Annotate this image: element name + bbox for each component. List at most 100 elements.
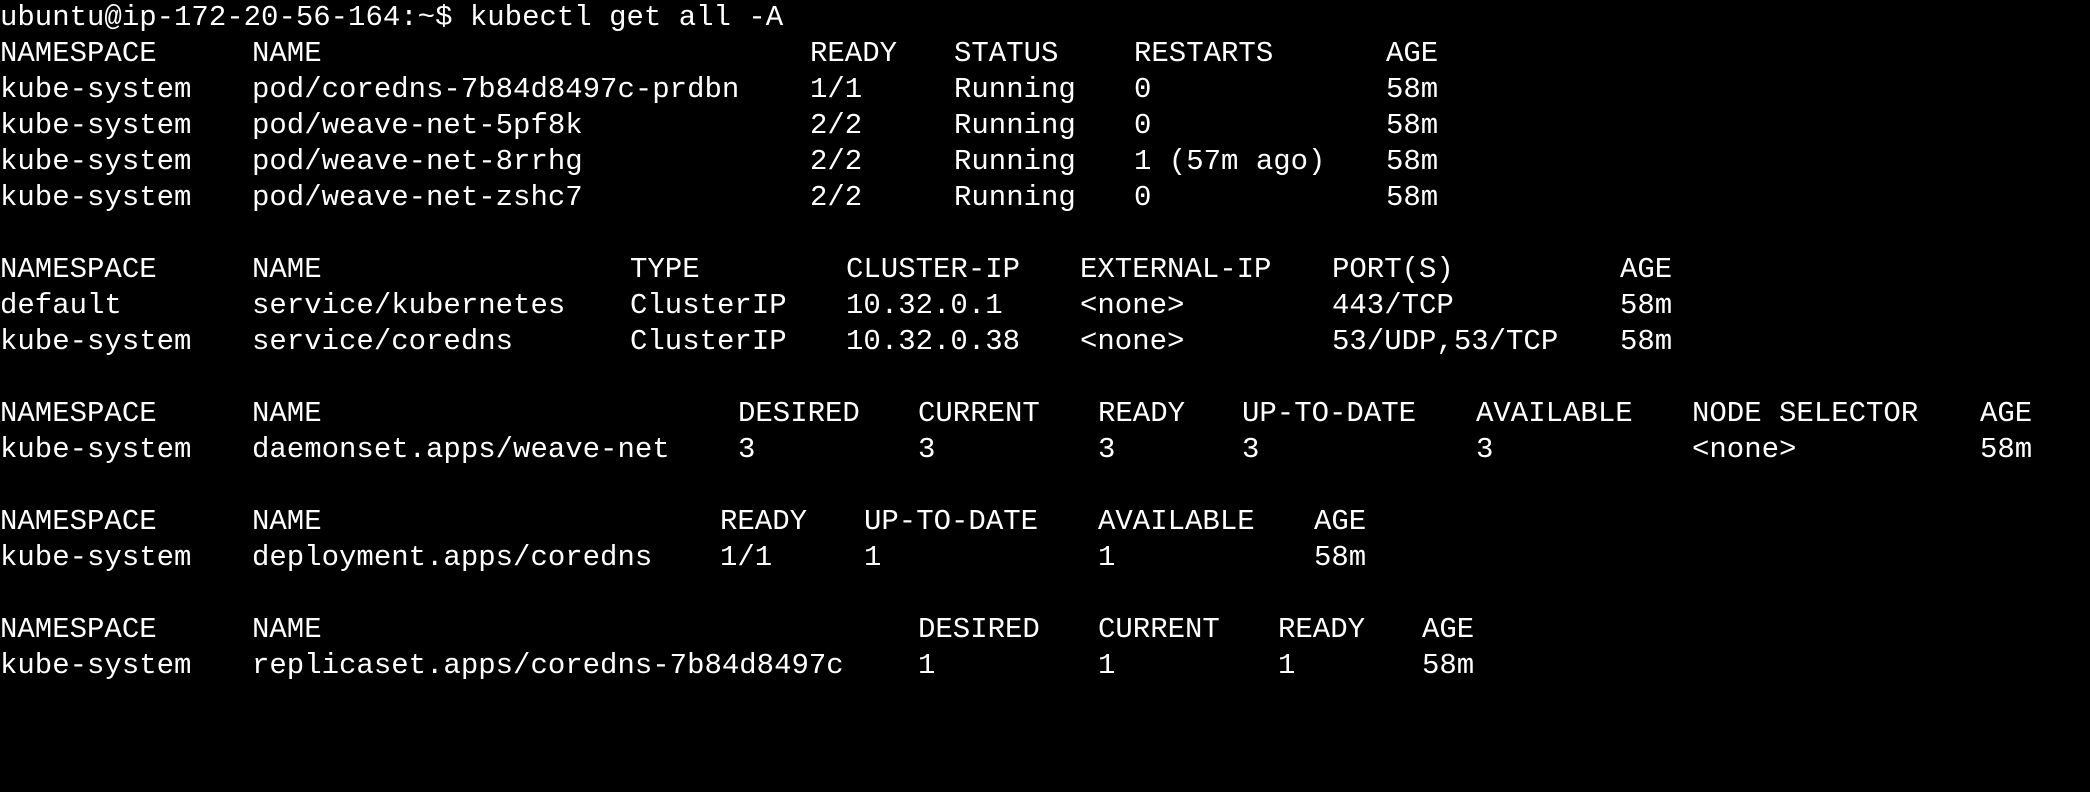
header-current: CURRENT — [1098, 613, 1220, 646]
header-ready: READY — [810, 37, 898, 70]
cell-namespace: default — [0, 289, 122, 322]
header-up-to-date: UP-TO-DATE — [1242, 397, 1417, 430]
header-type: TYPE — [630, 253, 700, 286]
terminal-window[interactable]: ubuntu@ip-172-20-56-164:~$ kubectl get a… — [0, 0, 2090, 684]
cell-age: 58m — [1386, 109, 1439, 142]
header-age: AGE — [1422, 613, 1475, 646]
table-row: kube-system deployment.apps/coredns 1/1 … — [0, 540, 2090, 576]
cell-name: service/kubernetes — [252, 289, 566, 322]
table-row: default service/kubernetes ClusterIP 10.… — [0, 288, 2090, 324]
cell-age: 58m — [1386, 181, 1439, 214]
header-namespace: NAMESPACE — [0, 397, 157, 430]
cell-restarts: 1 (57m ago) — [1134, 145, 1326, 178]
cell-namespace: kube-system — [0, 73, 192, 106]
cell-available: 1 — [1098, 541, 1116, 574]
cell-available: 3 — [1476, 433, 1494, 466]
header-name: NAME — [252, 613, 322, 646]
cell-ready: 1 — [1278, 649, 1296, 682]
table-row: kube-system pod/weave-net-5pf8k 2/2 Runn… — [0, 108, 2090, 144]
header-age: AGE — [1386, 37, 1439, 70]
cell-type: ClusterIP — [630, 325, 787, 358]
header-current: CURRENT — [918, 397, 1040, 430]
header-desired: DESIRED — [918, 613, 1040, 646]
header-namespace: NAMESPACE — [0, 37, 157, 70]
cell-namespace: kube-system — [0, 109, 192, 142]
deployments-header-row: NAMESPACE NAME READY UP-TO-DATE AVAILABL… — [0, 504, 2090, 540]
cell-external-ip: <none> — [1080, 289, 1185, 322]
cell-external-ip: <none> — [1080, 325, 1185, 358]
cell-restarts: 0 — [1134, 109, 1152, 142]
cell-restarts: 0 — [1134, 181, 1152, 214]
table-row: kube-system daemonset.apps/weave-net 3 3… — [0, 432, 2090, 468]
header-namespace: NAMESPACE — [0, 253, 157, 286]
services-header-row: NAMESPACE NAME TYPE CLUSTER-IP EXTERNAL-… — [0, 252, 2090, 288]
command-prompt: ubuntu@ip-172-20-56-164:~$ kubectl get a… — [0, 1, 784, 34]
cell-name: pod/weave-net-5pf8k — [252, 109, 583, 142]
header-name: NAME — [252, 397, 322, 430]
header-name: NAME — [252, 505, 322, 538]
table-row: kube-system replicaset.apps/coredns-7b84… — [0, 648, 2090, 684]
cell-age: 58m — [1386, 73, 1439, 106]
cell-ports: 443/TCP — [1332, 289, 1454, 322]
cell-name: daemonset.apps/weave-net — [252, 433, 670, 466]
cell-ports: 53/UDP,53/TCP — [1332, 325, 1559, 358]
cell-cluster-ip: 10.32.0.38 — [846, 325, 1021, 358]
header-ports: PORT(S) — [1332, 253, 1454, 286]
cell-namespace: kube-system — [0, 433, 192, 466]
cell-namespace: kube-system — [0, 145, 192, 178]
header-namespace: NAMESPACE — [0, 505, 157, 538]
cell-ready: 1/1 — [810, 73, 863, 106]
header-age: AGE — [1980, 397, 2033, 430]
header-external-ip: EXTERNAL-IP — [1080, 253, 1272, 286]
table-row: kube-system pod/weave-net-zshc7 2/2 Runn… — [0, 180, 2090, 216]
cell-current: 3 — [918, 433, 936, 466]
header-ready: READY — [1278, 613, 1366, 646]
header-name: NAME — [252, 253, 322, 286]
cell-up-to-date: 1 — [864, 541, 882, 574]
cell-status: Running — [954, 109, 1076, 142]
cell-namespace: kube-system — [0, 325, 192, 358]
replicasets-header-row: NAMESPACE NAME DESIRED CURRENT READY AGE — [0, 612, 2090, 648]
pods-header-row: NAMESPACE NAME READY STATUS RESTARTS AGE — [0, 36, 2090, 72]
header-status: STATUS — [954, 37, 1059, 70]
header-age: AGE — [1620, 253, 1673, 286]
cell-name: pod/coredns-7b84d8497c-prdbn — [252, 73, 740, 106]
cell-desired: 1 — [918, 649, 936, 682]
header-node-selector: NODE SELECTOR — [1692, 397, 1919, 430]
cell-ready: 2/2 — [810, 145, 863, 178]
command-prompt-line: ubuntu@ip-172-20-56-164:~$ kubectl get a… — [0, 0, 2090, 36]
cell-up-to-date: 3 — [1242, 433, 1260, 466]
header-ready: READY — [1098, 397, 1186, 430]
header-age: AGE — [1314, 505, 1367, 538]
header-cluster-ip: CLUSTER-IP — [846, 253, 1021, 286]
cell-ready: 2/2 — [810, 109, 863, 142]
cell-cluster-ip: 10.32.0.1 — [846, 289, 1003, 322]
cell-status: Running — [954, 73, 1076, 106]
table-row: kube-system service/coredns ClusterIP 10… — [0, 324, 2090, 360]
daemonsets-header-row: NAMESPACE NAME DESIRED CURRENT READY UP-… — [0, 396, 2090, 432]
cell-name: pod/weave-net-zshc7 — [252, 181, 583, 214]
cell-ready: 3 — [1098, 433, 1116, 466]
cell-age: 58m — [1314, 541, 1367, 574]
cell-namespace: kube-system — [0, 181, 192, 214]
cell-ready: 1/1 — [720, 541, 773, 574]
cell-age: 58m — [1422, 649, 1475, 682]
cell-node-selector: <none> — [1692, 433, 1797, 466]
cell-name: service/coredns — [252, 325, 514, 358]
header-available: AVAILABLE — [1098, 505, 1255, 538]
cell-status: Running — [954, 145, 1076, 178]
header-available: AVAILABLE — [1476, 397, 1633, 430]
table-row: kube-system pod/weave-net-8rrhg 2/2 Runn… — [0, 144, 2090, 180]
header-up-to-date: UP-TO-DATE — [864, 505, 1039, 538]
cell-status: Running — [954, 181, 1076, 214]
header-restarts: RESTARTS — [1134, 37, 1274, 70]
header-name: NAME — [252, 37, 322, 70]
cell-age: 58m — [1620, 289, 1673, 322]
header-namespace: NAMESPACE — [0, 613, 157, 646]
cell-ready: 2/2 — [810, 181, 863, 214]
header-ready: READY — [720, 505, 808, 538]
cell-age: 58m — [1386, 145, 1439, 178]
table-row: kube-system pod/coredns-7b84d8497c-prdbn… — [0, 72, 2090, 108]
cell-desired: 3 — [738, 433, 756, 466]
cell-name: replicaset.apps/coredns-7b84d8497c — [252, 649, 844, 682]
